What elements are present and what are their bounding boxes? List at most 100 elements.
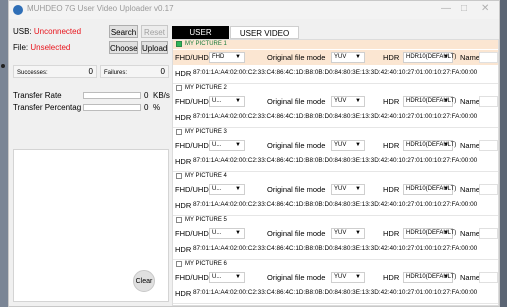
- picture-checkbox[interactable]: [176, 41, 182, 47]
- transfer-rate-value: 0: [144, 91, 149, 100]
- hdr-label: HDR: [383, 97, 400, 106]
- close-icon[interactable]: ✕: [481, 3, 489, 14]
- picture-header: MY PICTURE 5: [173, 216, 498, 225]
- name-input[interactable]: [479, 52, 498, 63]
- original-mode-value: YUV: [334, 142, 347, 148]
- hdr-select[interactable]: HDR10(DEFAULT) ▼: [403, 228, 456, 239]
- picture-settings-row: FHD/UHD FHD ▼ Original file mode YUV ▼ HDR HDR1…: [173, 50, 498, 65]
- chevron-down-icon: ▼: [443, 98, 449, 104]
- failures-value: 0: [160, 67, 165, 76]
- fhd-uhd-value: FHD: [212, 54, 225, 60]
- transfer-percent-value: 0: [144, 103, 149, 112]
- fhd-uhd-select[interactable]: U... ▼: [209, 96, 245, 107]
- tab-user-video-clip[interactable]: USER VIDEO CLIP: [230, 26, 299, 51]
- successes-value: 0: [88, 67, 93, 76]
- fhd-uhd-select[interactable]: U... ▼: [209, 140, 245, 151]
- fhd-uhd-select[interactable]: U... ▼: [209, 272, 245, 283]
- picture-name: MY PICTURE 4: [185, 173, 227, 179]
- upload-button[interactable]: Upload: [141, 41, 168, 54]
- search-button[interactable]: Search: [109, 25, 138, 38]
- usb-status-text: USB: Unconnected: [13, 27, 81, 36]
- picture-group: MY PICTURE 3 FHD/UHD U... ▼ Original file mo…: [173, 128, 498, 172]
- name-input[interactable]: [479, 140, 498, 151]
- name-input[interactable]: [479, 96, 498, 107]
- hdr-metadata-value: 87:01:1A:A4:02:00:C2:33:C4:86:4C:1D:B8:0…: [193, 245, 478, 252]
- hdr-metadata-label: HDR: [175, 201, 192, 210]
- original-mode-value: YUV: [334, 274, 347, 280]
- status-value: Unselected: [30, 43, 71, 52]
- picture-checkbox[interactable]: [176, 261, 182, 267]
- transfer-rate-label: Transfer Rate: [13, 91, 62, 100]
- clear-button[interactable]: Clear: [133, 270, 155, 292]
- chevron-down-icon: ▼: [235, 142, 241, 148]
- hdr-select[interactable]: HDR10(DEFAULT) ▼: [403, 272, 456, 283]
- hdr-metadata-value: 87:01:1A:A4:02:00:C2:33:C4:86:4C:1D:B8:0…: [193, 69, 478, 76]
- chevron-down-icon: ▼: [443, 186, 449, 192]
- app-window: MUHDEO 7G User Video Uploader v0.17 — □ …: [8, 0, 500, 307]
- choose-button[interactable]: Choose: [109, 41, 138, 54]
- transfer-percent-label: Transfer Percentag: [13, 103, 82, 112]
- chevron-down-icon: ▼: [443, 274, 449, 280]
- successes-field: Successes: 0: [13, 65, 97, 78]
- original-mode-label: Original file mode: [267, 273, 326, 282]
- tab-user-pattern[interactable]: USER PATTERN: [172, 26, 229, 50]
- status-prefix: File:: [13, 43, 31, 52]
- hdr-label: HDR: [383, 273, 400, 282]
- picture-name: MY PICTURE 3: [185, 129, 227, 135]
- picture-header: MY PICTURE 1: [173, 40, 498, 49]
- minimize-icon[interactable]: —: [441, 3, 451, 14]
- picture-settings-row: FHD/UHD U... ▼ Original file mode YUV ▼ HDR HDR…: [173, 182, 498, 197]
- original-mode-label: Original file mode: [267, 53, 326, 62]
- name-input[interactable]: [479, 228, 498, 239]
- fhd-uhd-select[interactable]: FHD ▼: [209, 52, 245, 63]
- hdr-label: HDR: [383, 185, 400, 194]
- maximize-icon[interactable]: □: [461, 3, 467, 14]
- fhd-uhd-select[interactable]: U... ▼: [209, 228, 245, 239]
- hdr-metadata-value: 87:01:1A:A4:02:00:C2:33:C4:86:4C:1D:B8:0…: [193, 289, 478, 296]
- picture-header: MY PICTURE 6: [173, 260, 498, 269]
- picture-checkbox[interactable]: [176, 173, 182, 179]
- hdr-select[interactable]: HDR10(DEFAULT) ▼: [403, 140, 456, 151]
- status-prefix: USB:: [13, 27, 34, 36]
- hdr-metadata-row: HDR 87:01:1A:A4:02:00:C2:33:C4:86:4C:1D:B…: [173, 243, 498, 256]
- chevron-down-icon: ▼: [235, 230, 241, 236]
- picture-settings-row: FHD/UHD U... ▼ Original file mode YUV ▼ HDR HDR…: [173, 94, 498, 109]
- original-mode-select[interactable]: YUV ▼: [331, 228, 365, 239]
- transfer-percent-unit: %: [153, 103, 161, 112]
- chevron-down-icon: ▼: [355, 54, 361, 60]
- hdr-metadata-row: HDR 87:01:1A:A4:02:00:C2:33:C4:86:4C:1D:B…: [173, 155, 498, 168]
- original-mode-select[interactable]: YUV ▼: [331, 52, 365, 63]
- original-mode-select[interactable]: YUV ▼: [331, 272, 365, 283]
- original-mode-select[interactable]: YUV ▼: [331, 140, 365, 151]
- reset-button[interactable]: Reset: [141, 25, 168, 38]
- picture-group: MY PICTURE 6 FHD/UHD U... ▼ Original file mo…: [173, 260, 498, 304]
- hdr-metadata-label: HDR: [175, 113, 192, 122]
- name-input[interactable]: [479, 184, 498, 195]
- hdr-select[interactable]: HDR10(DEFAULT) ▼: [403, 184, 456, 195]
- picture-checkbox[interactable]: [176, 129, 182, 135]
- failures-field: Failures: 0: [100, 65, 169, 78]
- name-label: Name: [460, 229, 481, 238]
- fhd-uhd-select[interactable]: U... ▼: [209, 184, 245, 195]
- chevron-down-icon: ▼: [355, 98, 361, 104]
- name-label: Name: [460, 141, 481, 150]
- picture-checkbox[interactable]: [176, 85, 182, 91]
- name-input[interactable]: [479, 272, 498, 283]
- original-mode-select[interactable]: YUV ▼: [331, 96, 365, 107]
- original-mode-select[interactable]: YUV ▼: [331, 184, 365, 195]
- hdr-metadata-row: HDR 87:01:1A:A4:02:00:C2:33:C4:86:4C:1D:B…: [173, 287, 498, 300]
- failures-label: Failures:: [104, 70, 128, 76]
- name-label: Name: [460, 53, 481, 62]
- picture-checkbox[interactable]: [176, 217, 182, 223]
- desktop-background: [0, 0, 8, 307]
- name-label: Name: [460, 273, 481, 282]
- usb-status: USB: Unconnected: [13, 27, 81, 36]
- transfer-percent-bar: [83, 104, 141, 111]
- hdr-select[interactable]: HDR10(DEFAULT) ▼: [403, 96, 456, 107]
- pattern-panel: USER PATTERN USER VIDEO CLIP MY PICTURE …: [172, 21, 499, 306]
- hdr-select[interactable]: HDR10(DEFAULT) ▼: [403, 52, 456, 63]
- fhd-uhd-value: U...: [212, 98, 222, 104]
- name-label: Name: [460, 97, 481, 106]
- chevron-down-icon: ▼: [443, 142, 449, 148]
- fhd-uhd-label: FHD/UHD: [175, 229, 209, 238]
